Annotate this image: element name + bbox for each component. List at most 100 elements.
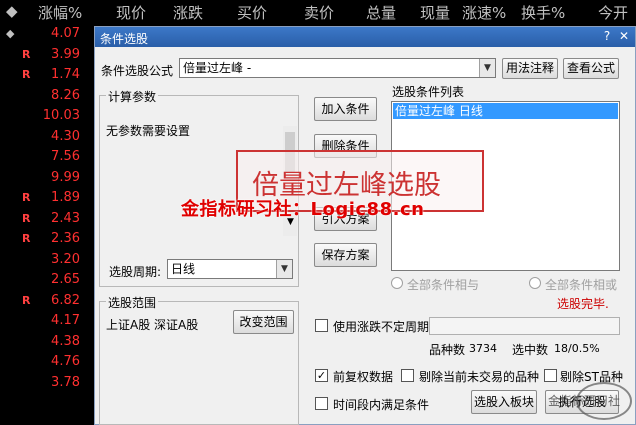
row-change-value: 9.99: [51, 169, 80, 185]
row-flag: R: [22, 211, 31, 225]
usage-notes-button[interactable]: 用法注释: [502, 58, 558, 79]
params-text: 无参数需要设置: [106, 124, 191, 138]
dialog-titlebar[interactable]: 条件选股 ? ✕: [95, 27, 635, 47]
exclude-st-checkbox[interactable]: [544, 369, 557, 382]
col-bid[interactable]: 买价: [237, 2, 267, 23]
row-flag: R: [22, 191, 31, 204]
irregular-period-checkbox[interactable]: [315, 319, 328, 332]
row-change-value: 6.82: [51, 292, 80, 308]
change-range-button[interactable]: 改变范围: [233, 310, 294, 334]
count-value: 3734: [469, 342, 497, 355]
table-row[interactable]: 7.56: [0, 147, 100, 168]
range-group-title: 选股范围: [106, 294, 159, 311]
all-and-radio[interactable]: [391, 277, 403, 289]
exclude-untraded-label: 剔除当前未交易的品种: [419, 370, 540, 384]
row-change-value: 2.36: [51, 231, 80, 246]
row-change-value: 1.74: [51, 67, 80, 82]
row-marker-icon: ◆: [6, 27, 15, 40]
all-or-label: 全部条件相或: [545, 278, 618, 292]
col-turnover[interactable]: 换手%: [521, 2, 565, 23]
table-row[interactable]: R 3.99: [0, 45, 100, 66]
stock-rows: ◆ 4.07 R 3.99 R 1.74 8.26 10.03 4.30 7.56 9.99 R 1.8…: [0, 24, 100, 393]
table-row[interactable]: R 6.82: [0, 291, 100, 312]
row-change-value: 4.17: [51, 313, 80, 328]
help-icon[interactable]: ?: [599, 29, 615, 44]
table-row[interactable]: 4.76: [0, 352, 100, 373]
table-row[interactable]: 2.65: [0, 270, 100, 291]
table-row[interactable]: R 2.43: [0, 209, 100, 230]
row-change-value: 1.89: [51, 190, 80, 205]
exclude-untraded-checkbox[interactable]: [401, 369, 414, 382]
row-change-value: 7.56: [51, 149, 80, 164]
time-condition-checkbox[interactable]: [315, 397, 328, 410]
col-price[interactable]: 现价: [116, 2, 146, 23]
close-icon[interactable]: ✕: [616, 29, 632, 44]
row-flag: R: [22, 232, 31, 245]
row-flag: R: [22, 293, 31, 307]
col-last-volume[interactable]: 现量: [420, 2, 450, 23]
table-row[interactable]: R 1.74: [0, 65, 100, 86]
col-open[interactable]: 今开: [598, 2, 628, 23]
table-row[interactable]: R 2.36: [0, 229, 100, 250]
period-label: 选股周期:: [109, 265, 162, 279]
table-row[interactable]: R 1.89: [0, 188, 100, 209]
table-row[interactable]: 10.03: [0, 106, 100, 127]
status-text: 选股完毕.: [557, 297, 609, 311]
row-flag: R: [22, 47, 31, 61]
pre-adjust-checkbox[interactable]: ✓: [315, 369, 328, 382]
table-row[interactable]: 3.20: [0, 250, 100, 271]
row-change-value: 8.26: [51, 87, 80, 103]
irregular-period-field[interactable]: [429, 317, 620, 335]
period-select[interactable]: 日线 ▼: [167, 259, 293, 279]
pre-adjust-label: 前复权数据: [333, 370, 394, 384]
range-text: 上证A股 深证A股: [106, 318, 199, 332]
table-row[interactable]: 4.30: [0, 127, 100, 148]
selected-label: 选中数: [512, 343, 549, 357]
formula-label: 条件选股公式: [101, 64, 174, 78]
table-row[interactable]: 4.17: [0, 311, 100, 332]
selected-value: 18/0.5%: [554, 342, 600, 355]
row-change-value: 4.30: [51, 128, 80, 144]
irregular-period-label: 使用涨跌不定周期: [333, 320, 430, 334]
all-and-label: 全部条件相与: [407, 278, 480, 292]
period-value: 日线: [171, 262, 196, 276]
table-row[interactable]: ◆ 4.07: [0, 24, 100, 45]
chevron-down-icon[interactable]: ▼: [479, 59, 495, 77]
row-change-value: 4.38: [51, 333, 80, 349]
view-formula-button[interactable]: 查看公式: [563, 58, 619, 79]
watermark-text: 金指标研习社：Logic88.cn: [181, 199, 425, 220]
table-row[interactable]: 8.26: [0, 86, 100, 107]
row-change-value: 3.20: [51, 251, 80, 267]
col-volume[interactable]: 总量: [366, 2, 396, 23]
logo-text: 金指标研习社: [548, 394, 621, 408]
save-plan-button[interactable]: 保存方案: [314, 243, 377, 267]
col-speed[interactable]: 涨速%: [462, 2, 506, 23]
row-change-value: 4.07: [51, 26, 80, 41]
col-change-pct[interactable]: 涨幅%: [38, 2, 82, 23]
col-change[interactable]: 涨跌: [173, 2, 203, 23]
column-header-row: ◆ 涨幅% 现价 涨跌 买价 卖价 总量 现量 涨速% 换手% 今开: [0, 0, 636, 24]
row-change-value: 2.43: [51, 210, 80, 226]
select-into-block-button[interactable]: 选股入板块: [471, 390, 537, 414]
all-or-radio[interactable]: [529, 277, 541, 289]
period-chevron-down-icon[interactable]: ▼: [276, 260, 292, 278]
formula-select[interactable]: 倍量过左峰 - ▼: [179, 58, 496, 78]
range-group: 选股范围 上证A股 深证A股 改变范围: [99, 294, 299, 425]
table-row[interactable]: 3.78: [0, 373, 100, 394]
condition-list-label: 选股条件列表: [392, 85, 465, 99]
row-change-value: 3.99: [51, 46, 80, 62]
condition-list-item[interactable]: 倍量过左峰 日线: [393, 103, 618, 119]
row-change-value: 3.78: [51, 374, 80, 390]
row-change-value: 2.65: [51, 272, 80, 287]
col-ask[interactable]: 卖价: [304, 2, 334, 23]
table-row[interactable]: 9.99: [0, 168, 100, 189]
add-condition-button[interactable]: 加入条件: [314, 97, 377, 121]
count-label: 品种数: [429, 343, 466, 357]
table-row[interactable]: 4.38: [0, 332, 100, 353]
header-dot-icon: ◆: [6, 2, 18, 20]
dialog-title: 条件选股: [100, 32, 149, 46]
row-change-value: 4.76: [51, 354, 80, 369]
row-change-value: 10.03: [42, 108, 80, 123]
formula-value: 倍量过左峰 -: [183, 61, 252, 75]
params-group-title: 计算参数: [106, 88, 159, 105]
